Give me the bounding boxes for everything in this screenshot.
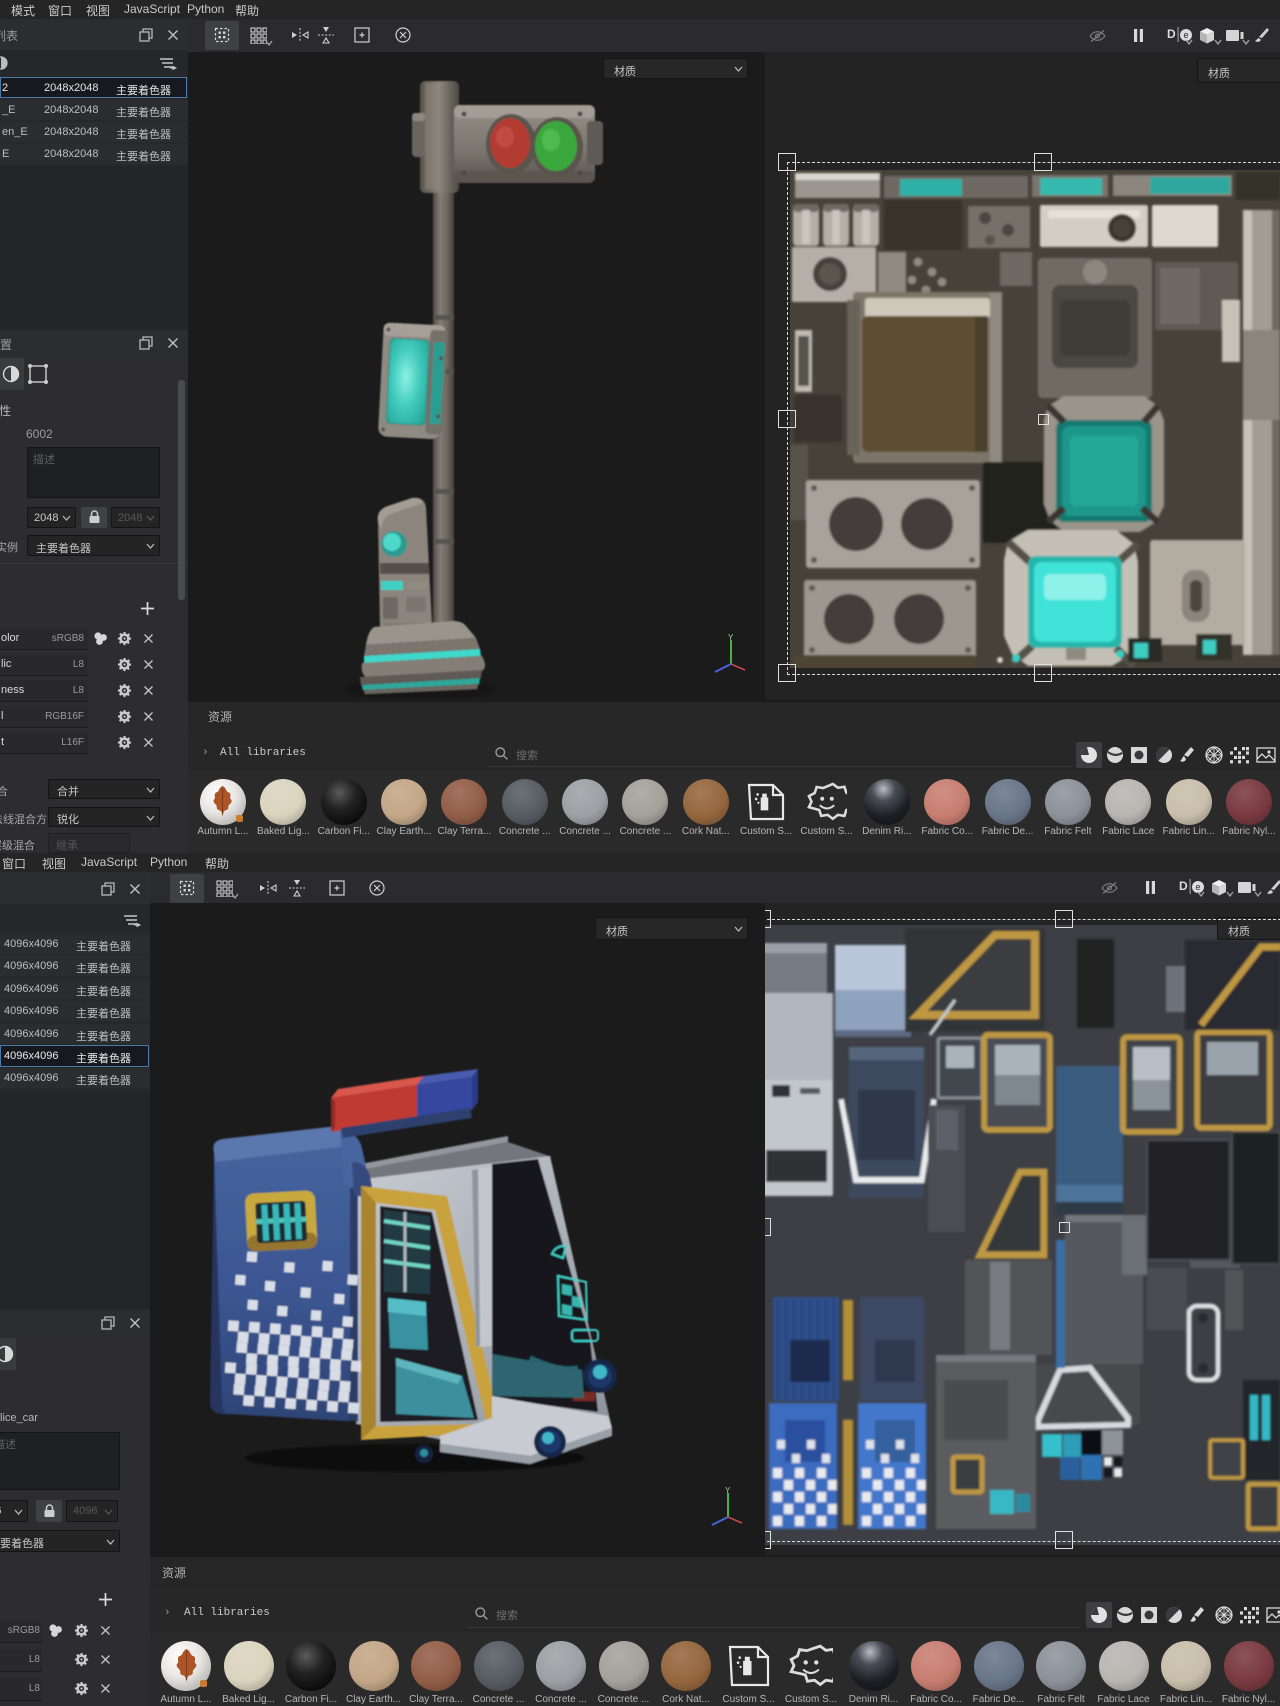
svg-text:D: D <box>1167 27 1176 41</box>
svg-text:Y: Y <box>728 634 734 642</box>
svg-text:Y: Y <box>725 1487 731 1495</box>
svg-text:D: D <box>1179 879 1188 893</box>
